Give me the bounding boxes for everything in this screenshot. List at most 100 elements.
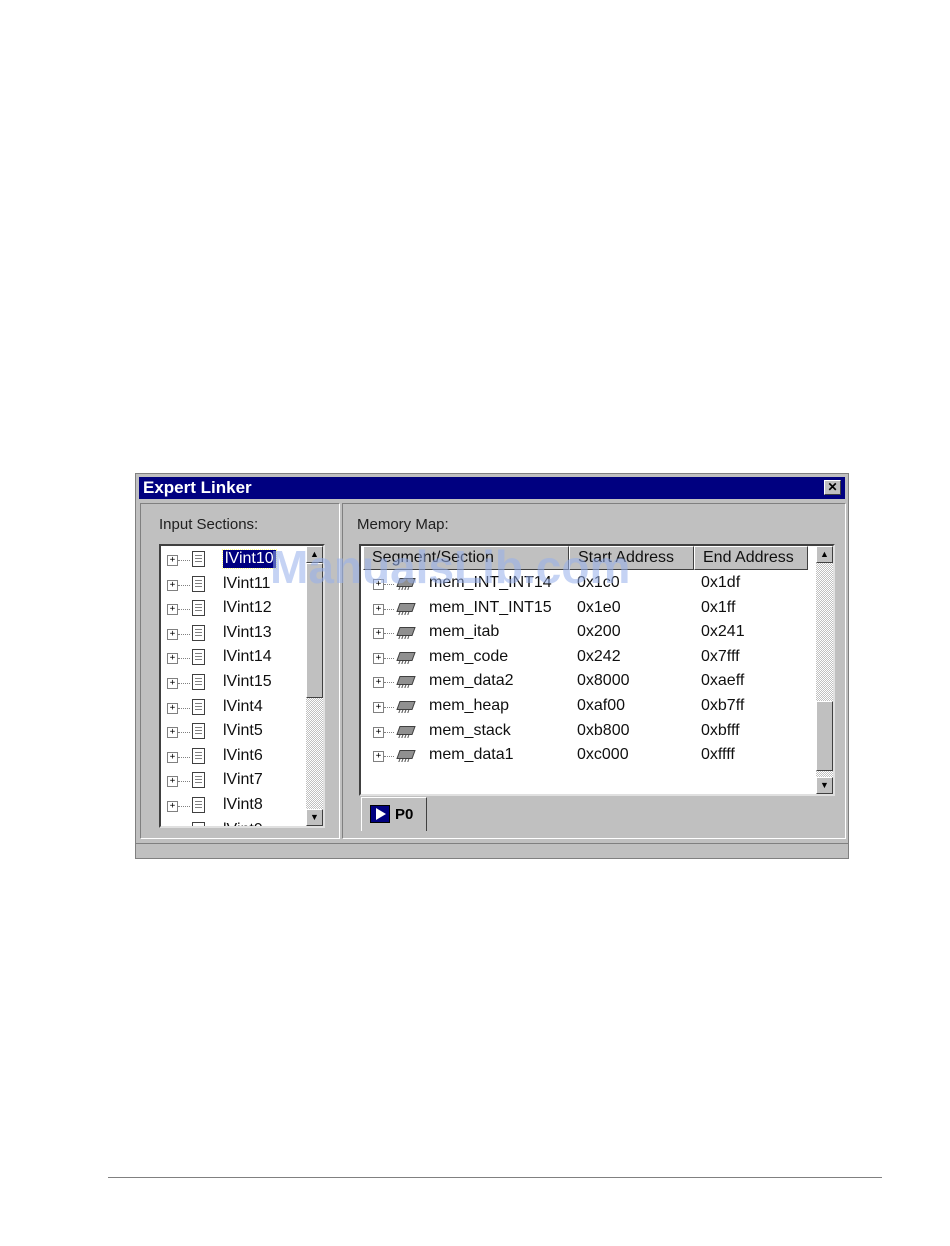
input-section-label: lVint8 bbox=[223, 796, 263, 813]
expand-icon[interactable]: + bbox=[167, 628, 178, 640]
tree-connector bbox=[178, 633, 190, 635]
tree-connector bbox=[178, 806, 190, 807]
tree-connector bbox=[178, 732, 190, 734]
input-section-row[interactable]: + lVint12 bbox=[161, 597, 323, 621]
arrow-up-icon: ▲ bbox=[820, 549, 829, 559]
close-button[interactable]: ✕ bbox=[824, 480, 841, 495]
tree-connector bbox=[178, 707, 190, 709]
tree-connector bbox=[384, 756, 394, 758]
expand-icon[interactable]: + bbox=[167, 604, 178, 616]
end-address: 0x1df bbox=[701, 574, 741, 591]
tab-p0[interactable]: P0 bbox=[361, 797, 427, 831]
segment-name: mem_stack bbox=[429, 721, 511, 739]
tab-p0-label: P0 bbox=[395, 806, 414, 823]
document-icon bbox=[192, 698, 205, 715]
expand-icon[interactable]: + bbox=[167, 751, 178, 763]
watermark: ManualsLib.com bbox=[270, 541, 631, 593]
scroll-down-button[interactable]: ▼ bbox=[816, 777, 833, 794]
status-bar bbox=[136, 843, 848, 858]
input-section-label: lVint9 bbox=[223, 821, 263, 826]
document-icon bbox=[192, 747, 205, 764]
input-section-row[interactable]: + lVint7 bbox=[161, 769, 323, 793]
column-header-end[interactable]: End Address bbox=[694, 546, 808, 570]
arrow-down-icon: ▼ bbox=[310, 812, 319, 822]
document-icon bbox=[192, 772, 205, 789]
start-address: 0x1e0 bbox=[577, 598, 621, 616]
expand-icon[interactable]: + bbox=[167, 776, 178, 788]
expand-icon[interactable]: + bbox=[167, 702, 178, 714]
start-address: 0xb800 bbox=[577, 721, 630, 739]
end-address: 0x241 bbox=[701, 623, 745, 641]
segment-name: mem_data2 bbox=[429, 672, 514, 690]
memory-segment-row[interactable]: + mem_heap 0xaf00 0xb7ff bbox=[361, 695, 833, 719]
expand-icon[interactable]: + bbox=[373, 652, 384, 664]
start-address: 0x200 bbox=[577, 623, 621, 641]
segment-name: mem_code bbox=[429, 647, 509, 665]
memory-map-label: Memory Map: bbox=[357, 516, 449, 533]
footer-rule bbox=[108, 1177, 882, 1178]
expand-icon[interactable]: + bbox=[373, 628, 384, 640]
tree-connector bbox=[384, 707, 394, 708]
input-section-row[interactable]: + lVint14 bbox=[161, 646, 323, 670]
expand-icon[interactable]: + bbox=[373, 702, 384, 713]
expand-icon[interactable]: + bbox=[167, 579, 178, 591]
input-sections-label: Input Sections: bbox=[159, 516, 259, 533]
scroll-down-button[interactable]: ▼ bbox=[306, 809, 323, 826]
input-section-label: lVint11 bbox=[223, 574, 271, 592]
tree-connector bbox=[384, 633, 394, 635]
memory-segment-row[interactable]: + mem_INT_INT15 0x1e0 0x1ff bbox=[361, 597, 833, 621]
expand-icon[interactable]: + bbox=[373, 751, 384, 763]
expert-linker-window: Expert Linker ✕ Input Sections: + lVint10… bbox=[135, 473, 849, 859]
input-section-row[interactable]: + lVint15 bbox=[161, 671, 323, 695]
memory-chip-icon bbox=[396, 602, 416, 612]
expand-icon[interactable]: + bbox=[167, 727, 178, 739]
document-icon bbox=[192, 674, 205, 690]
scroll-thumb[interactable] bbox=[816, 701, 833, 771]
memory-segment-row[interactable]: + mem_data2 0x8000 0xaeff bbox=[361, 670, 833, 694]
tree-connector bbox=[384, 608, 394, 610]
memory-segment-row[interactable]: + mem_itab 0x200 0x241 bbox=[361, 621, 833, 645]
window-title: Expert Linker bbox=[143, 478, 252, 497]
segment-name: mem_heap bbox=[429, 697, 510, 714]
expand-icon[interactable]: + bbox=[167, 555, 178, 566]
expand-icon[interactable]: + bbox=[167, 653, 178, 665]
memory-segment-row[interactable]: + mem_stack 0xb800 0xbfff bbox=[361, 720, 833, 744]
document-icon bbox=[192, 797, 205, 813]
start-address: 0xaf00 bbox=[577, 697, 626, 714]
input-section-row[interactable]: + lVint5 bbox=[161, 720, 323, 744]
expand-icon[interactable]: + bbox=[373, 726, 384, 738]
input-section-label: lVint7 bbox=[223, 771, 263, 789]
start-address: 0x8000 bbox=[577, 672, 630, 690]
expand-icon[interactable]: + bbox=[167, 825, 178, 826]
memory-segment-row[interactable]: + mem_data1 0xc000 0xffff bbox=[361, 744, 833, 768]
tree-connector bbox=[384, 731, 394, 733]
memory-chip-icon bbox=[396, 701, 416, 710]
tree-connector bbox=[178, 756, 190, 758]
input-section-label: lVint15 bbox=[223, 673, 272, 690]
memory-chip-icon bbox=[396, 627, 416, 637]
segment-name: mem_data1 bbox=[429, 746, 514, 764]
tree-connector bbox=[384, 657, 394, 659]
expand-icon[interactable]: + bbox=[373, 677, 384, 689]
close-icon: ✕ bbox=[827, 480, 838, 494]
input-section-row[interactable]: + lVint6 bbox=[161, 745, 323, 769]
expand-icon[interactable]: + bbox=[167, 801, 178, 812]
document-icon bbox=[192, 821, 205, 826]
end-address: 0x7fff bbox=[701, 647, 740, 665]
expand-icon[interactable]: + bbox=[167, 678, 178, 689]
input-section-row[interactable]: + lVint4 bbox=[161, 696, 323, 720]
end-address: 0xaeff bbox=[701, 672, 745, 690]
memory-segment-row[interactable]: + mem_code 0x242 0x7fff bbox=[361, 646, 833, 670]
expand-icon[interactable]: + bbox=[373, 603, 384, 615]
input-section-row[interactable]: + lVint13 bbox=[161, 622, 323, 646]
memory-map-scrollbar[interactable]: ▲ ▼ bbox=[816, 546, 833, 794]
tree-connector bbox=[384, 682, 394, 684]
title-bar[interactable]: Expert Linker ✕ bbox=[139, 477, 845, 499]
input-section-row[interactable]: + lVint9 bbox=[161, 819, 323, 826]
memory-chip-icon bbox=[396, 725, 416, 735]
tree-connector bbox=[178, 683, 190, 684]
input-section-row[interactable]: + lVint8 bbox=[161, 794, 323, 818]
segment-name: mem_INT_INT15 bbox=[429, 598, 552, 616]
scroll-up-button[interactable]: ▲ bbox=[816, 546, 833, 563]
start-address: 0x242 bbox=[577, 647, 621, 665]
